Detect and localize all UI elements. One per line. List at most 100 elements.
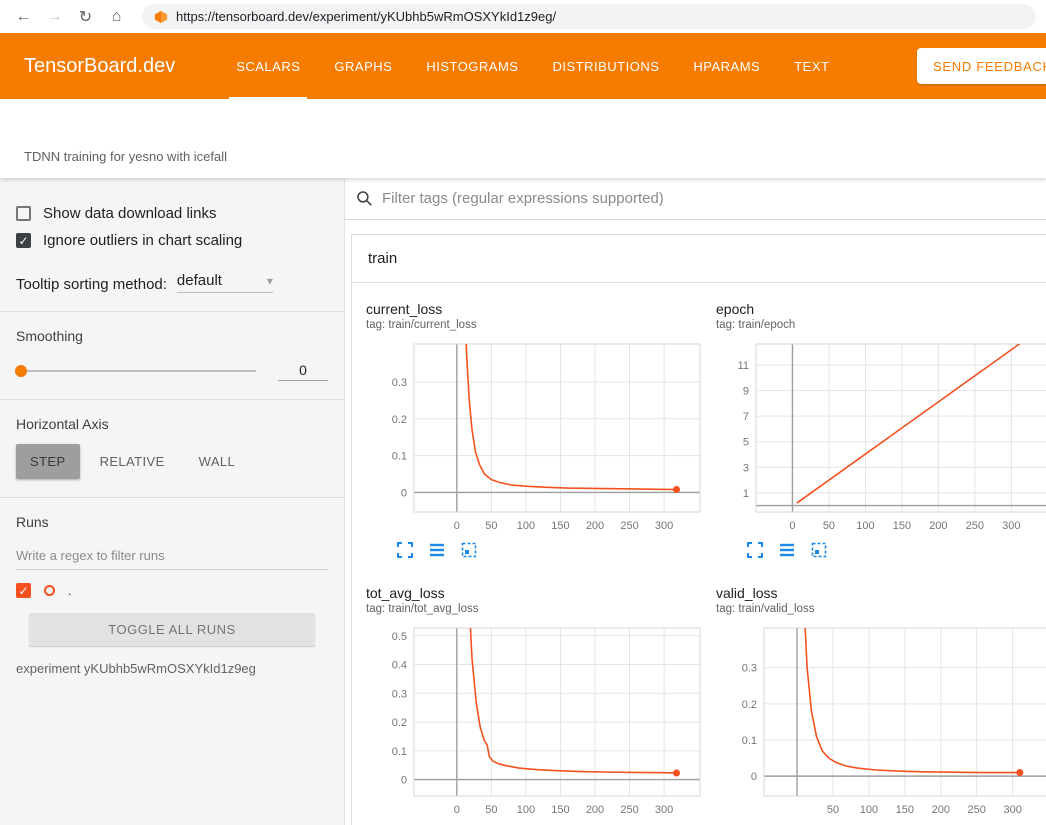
- checkbox-checked-icon[interactable]: ✓: [16, 233, 31, 248]
- smoothing-slider[interactable]: [16, 370, 256, 372]
- scalars-panel: train current_loss tag: train/current_lo…: [345, 178, 1046, 825]
- address-bar[interactable]: https://tensorboard.dev/experiment/yKUbh…: [142, 4, 1036, 29]
- axis-wall-button[interactable]: WALL: [185, 444, 250, 479]
- expand-chart-icon[interactable]: [396, 541, 414, 559]
- chevron-down-icon: ▾: [267, 274, 273, 288]
- svg-text:150: 150: [896, 804, 914, 816]
- svg-text:1: 1: [743, 488, 749, 500]
- tab-graphs[interactable]: GRAPHS: [317, 33, 409, 99]
- line-chart-tot-avg-loss[interactable]: 05010015020025030000.10.20.30.40.5: [366, 623, 706, 823]
- svg-text:100: 100: [517, 804, 535, 816]
- svg-text:300: 300: [1002, 520, 1020, 532]
- tag-filter-input[interactable]: [382, 190, 1036, 207]
- svg-text:0: 0: [454, 804, 460, 816]
- checkbox-unchecked-icon[interactable]: [16, 206, 31, 221]
- chart-tag: tag: train/valid_loss: [716, 603, 1046, 615]
- svg-text:300: 300: [1003, 804, 1021, 816]
- svg-text:0: 0: [751, 771, 757, 783]
- experiment-id: experiment yKUbhb5wRmOSXYkId1z9eg: [0, 646, 344, 676]
- svg-text:0: 0: [789, 520, 795, 532]
- svg-text:11: 11: [738, 360, 749, 372]
- tag-filter-bar: [345, 178, 1046, 220]
- chart-tag: tag: train/current_loss: [366, 319, 716, 331]
- svg-text:250: 250: [620, 520, 638, 532]
- tab-distributions[interactable]: DISTRIBUTIONS: [535, 33, 676, 99]
- train-group-card: train current_loss tag: train/current_lo…: [351, 234, 1046, 825]
- show-download-links-row[interactable]: Show data download links: [0, 200, 344, 227]
- app-title: TensorBoard.dev: [24, 33, 175, 99]
- chart-tag: tag: train/tot_avg_loss: [366, 603, 716, 615]
- svg-text:0.1: 0.1: [392, 746, 407, 758]
- group-header-train[interactable]: train: [352, 235, 1046, 283]
- svg-text:200: 200: [586, 520, 604, 532]
- svg-text:100: 100: [856, 520, 874, 532]
- line-chart-current-loss[interactable]: 05010015020025030000.10.20.3: [366, 339, 706, 539]
- svg-text:0.1: 0.1: [742, 735, 757, 747]
- tab-scalars[interactable]: SCALARS: [219, 33, 317, 99]
- experiment-description: TDNN training for yesno with icefall: [24, 149, 227, 164]
- svg-text:200: 200: [586, 804, 604, 816]
- data-table-icon[interactable]: [778, 541, 796, 559]
- send-feedback-button[interactable]: SEND FEEDBACK: [917, 48, 1046, 84]
- chart-card-tot-avg-loss: tot_avg_loss tag: train/tot_avg_loss 050…: [366, 577, 716, 825]
- svg-text:9: 9: [743, 386, 749, 398]
- svg-text:0.5: 0.5: [392, 631, 407, 643]
- svg-text:0.1: 0.1: [392, 451, 407, 463]
- tab-histograms[interactable]: HISTOGRAMS: [409, 33, 535, 99]
- svg-text:3: 3: [743, 462, 749, 474]
- chart-card-current-loss: current_loss tag: train/current_loss 050…: [366, 293, 716, 559]
- svg-text:5: 5: [743, 437, 749, 449]
- svg-text:50: 50: [485, 520, 497, 532]
- axis-relative-button[interactable]: RELATIVE: [86, 444, 179, 479]
- slider-knob[interactable]: [15, 365, 27, 377]
- run-name: .: [68, 583, 72, 598]
- svg-text:300: 300: [655, 804, 673, 816]
- chart-title: epoch: [716, 301, 1046, 317]
- smoothing-value-input[interactable]: [278, 360, 328, 381]
- svg-text:0.2: 0.2: [392, 414, 407, 426]
- axis-step-button[interactable]: STEP: [16, 444, 80, 479]
- svg-text:50: 50: [827, 804, 839, 816]
- svg-text:100: 100: [517, 520, 535, 532]
- browser-toolbar: ← → ↻ ⌂ https://tensorboard.dev/experime…: [0, 0, 1046, 33]
- svg-text:0.2: 0.2: [742, 699, 757, 711]
- run-list-item[interactable]: ✓ .: [0, 570, 344, 598]
- tensorboard-screen: ← → ↻ ⌂ https://tensorboard.dev/experime…: [0, 0, 1046, 825]
- svg-text:100: 100: [860, 804, 878, 816]
- runs-label: Runs: [0, 498, 344, 530]
- back-icon[interactable]: ←: [10, 3, 37, 30]
- svg-text:300: 300: [655, 520, 673, 532]
- settings-sidebar: Show data download links ✓ Ignore outlie…: [0, 178, 345, 825]
- toggle-all-runs-button[interactable]: TOGGLE ALL RUNS: [29, 613, 315, 646]
- tab-text[interactable]: TEXT: [777, 33, 846, 99]
- app-header: TensorBoard.dev SCALARS GRAPHS HISTOGRAM…: [0, 33, 1046, 99]
- data-table-icon[interactable]: [428, 541, 446, 559]
- tab-hparams[interactable]: HPARAMS: [676, 33, 777, 99]
- fit-domain-icon[interactable]: [810, 541, 828, 559]
- expand-chart-icon[interactable]: [746, 541, 764, 559]
- svg-text:0.2: 0.2: [392, 717, 407, 729]
- show-download-links-label: Show data download links: [43, 205, 216, 222]
- line-chart-epoch[interactable]: 0501001502002503001357911: [716, 339, 1046, 539]
- home-icon[interactable]: ⌂: [103, 3, 130, 30]
- chart-title: tot_avg_loss: [366, 585, 716, 601]
- run-checkbox-checked-icon[interactable]: ✓: [16, 583, 31, 598]
- svg-text:200: 200: [932, 804, 950, 816]
- runs-filter-input[interactable]: [16, 542, 328, 570]
- ignore-outliers-row[interactable]: ✓ Ignore outliers in chart scaling: [0, 227, 344, 254]
- svg-text:0: 0: [401, 775, 407, 787]
- line-chart-valid-loss[interactable]: 5010015020025030000.10.20.3: [716, 623, 1046, 823]
- chart-card-valid-loss: valid_loss tag: train/valid_loss 50 100 15…: [716, 577, 1046, 825]
- svg-text:0.3: 0.3: [742, 663, 757, 675]
- experiment-description-bar: TDNN training for yesno with icefall: [0, 99, 1046, 178]
- reload-icon[interactable]: ↻: [72, 3, 99, 30]
- tooltip-sorting-value: default: [177, 272, 222, 289]
- fit-domain-icon[interactable]: [460, 541, 478, 559]
- svg-text:150: 150: [551, 520, 569, 532]
- svg-text:150: 150: [551, 804, 569, 816]
- tensorboard-favicon: [154, 10, 168, 24]
- tooltip-sorting-dropdown[interactable]: default ▾: [177, 272, 273, 293]
- forward-icon[interactable]: →: [41, 3, 68, 30]
- chart-title: valid_loss: [716, 585, 1046, 601]
- smoothing-label: Smoothing: [0, 312, 344, 344]
